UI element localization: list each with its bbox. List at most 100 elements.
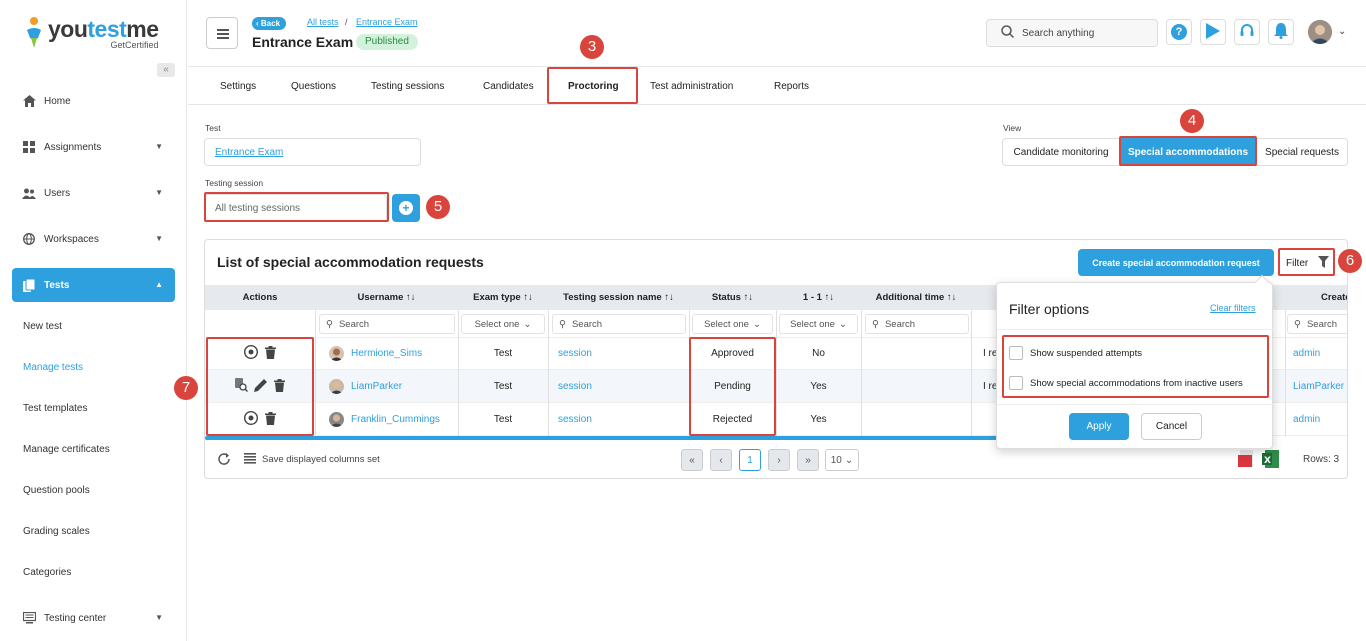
created-by-link[interactable]: admin: [1293, 337, 1347, 370]
username-link[interactable]: Hermione_Sims: [351, 348, 422, 359]
user-avatar[interactable]: [1308, 20, 1332, 44]
sidebar-sub-manage-certificates[interactable]: Manage certificates: [23, 444, 110, 455]
next-page-button[interactable]: ›: [768, 449, 790, 471]
username-cell[interactable]: Hermione_Sims: [329, 337, 458, 370]
column-divider: [1285, 310, 1286, 436]
username-link[interactable]: Franklin_Cummings: [351, 414, 440, 425]
edit-pencil-icon[interactable]: [254, 378, 268, 395]
review-magnifier-icon[interactable]: [235, 378, 248, 395]
exam-type-cell: Test: [493, 381, 513, 392]
breadcrumb-all-tests[interactable]: All tests: [307, 17, 339, 27]
first-page-button[interactable]: «: [681, 449, 703, 471]
tab-candidates[interactable]: Candidates: [483, 81, 534, 92]
view-eye-icon[interactable]: [243, 410, 259, 428]
show-inactive-checkbox[interactable]: [1009, 376, 1023, 390]
back-button[interactable]: ‹ Back: [252, 17, 287, 30]
additional-time-search-input[interactable]: ⚲ Search: [865, 314, 969, 334]
sidebar-sub-question-pools[interactable]: Question pools: [23, 485, 90, 496]
sidebar-sub-grading-scales[interactable]: Grading scales: [23, 526, 90, 537]
session-search-input[interactable]: ⚲ Search: [552, 314, 686, 334]
tab-reports[interactable]: Reports: [774, 81, 809, 92]
support-button[interactable]: [1234, 19, 1260, 45]
sidebar-sub-manage-tests[interactable]: Manage tests: [23, 362, 83, 373]
breadcrumb-entrance-exam[interactable]: Entrance Exam: [356, 17, 418, 27]
prev-page-button[interactable]: ‹: [710, 449, 732, 471]
delete-trash-icon[interactable]: [274, 378, 285, 395]
test-link[interactable]: Entrance Exam: [215, 147, 283, 158]
column-divider: [689, 310, 690, 436]
help-icon: ?: [1171, 24, 1187, 40]
logo[interactable]: youtestme GetCertified: [24, 16, 159, 50]
column-status[interactable]: Status ↑↓: [689, 285, 776, 310]
help-button[interactable]: ?: [1166, 19, 1192, 45]
sidebar-sub-new-test[interactable]: New test: [23, 321, 62, 332]
sidebar-item-users[interactable]: Users ▼: [12, 176, 175, 210]
cancel-button[interactable]: Cancel: [1141, 413, 1202, 440]
status-select[interactable]: Select one ⌄: [692, 314, 773, 334]
column-session-name[interactable]: Testing session name ↑↓: [548, 285, 689, 310]
refresh-icon[interactable]: [217, 452, 231, 469]
clear-filters-link[interactable]: Clear filters: [1210, 303, 1256, 313]
filter-button[interactable]: Filter: [1280, 250, 1336, 276]
testing-session-select[interactable]: All testing sessions: [204, 194, 387, 222]
apply-button[interactable]: Apply: [1069, 413, 1129, 440]
session-link[interactable]: session: [558, 337, 689, 370]
column-username[interactable]: Username ↑↓: [315, 285, 458, 310]
tab-test-administration[interactable]: Test administration: [650, 81, 733, 92]
pdf-export-icon[interactable]: [1238, 450, 1255, 472]
view-special-requests[interactable]: Special requests: [1256, 138, 1348, 166]
created-by-link[interactable]: admin: [1293, 403, 1347, 436]
username-link[interactable]: LiamParker: [351, 381, 402, 392]
column-additional-time[interactable]: Additional time ↑↓: [861, 285, 971, 310]
session-link[interactable]: session: [558, 403, 689, 436]
delete-trash-icon[interactable]: [265, 345, 276, 362]
sidebar-item-home[interactable]: Home: [12, 84, 175, 118]
columns-list-icon[interactable]: [244, 453, 256, 467]
tab-questions[interactable]: Questions: [291, 81, 336, 92]
created-by-link[interactable]: LiamParker: [1293, 370, 1347, 403]
save-columns-link[interactable]: Save displayed columns set: [262, 454, 380, 465]
column-one-to-one[interactable]: 1 - 1 ↑↓: [776, 285, 861, 310]
page-size-select[interactable]: 10 ⌄: [825, 449, 859, 471]
username-cell[interactable]: Franklin_Cummings: [329, 403, 458, 436]
show-suspended-checkbox[interactable]: [1009, 346, 1023, 360]
sidebar-item-assignments[interactable]: Assignments ▼: [12, 130, 175, 164]
page-number-button[interactable]: 1: [739, 449, 761, 471]
one-to-one-select[interactable]: Select one ⌄: [779, 314, 858, 334]
sidebar-item-tests[interactable]: Tests ▲: [12, 268, 175, 302]
add-session-button[interactable]: +: [392, 194, 420, 222]
view-special-accommodations[interactable]: Special accommodations: [1120, 138, 1256, 166]
test-field[interactable]: Entrance Exam: [204, 138, 421, 166]
excel-export-icon[interactable]: X: [1262, 450, 1279, 472]
chevron-down-icon[interactable]: ⌄: [1338, 26, 1346, 37]
delete-trash-icon[interactable]: [265, 411, 276, 428]
chevron-down-icon: ⌄: [844, 454, 854, 466]
tab-testing-sessions[interactable]: Testing sessions: [371, 81, 444, 92]
sidebar-item-testing-center[interactable]: Testing center ▼: [12, 601, 175, 635]
tab-settings[interactable]: Settings: [220, 81, 256, 92]
view-eye-icon[interactable]: [243, 344, 259, 362]
session-link[interactable]: session: [558, 370, 689, 403]
menu-toggle-button[interactable]: [206, 17, 238, 49]
double-chevron-left-icon: «: [689, 454, 695, 466]
sidebar-sub-categories[interactable]: Categories: [23, 567, 71, 578]
column-created-by[interactable]: Create: [1303, 285, 1347, 310]
tab-proctoring[interactable]: Proctoring: [568, 81, 619, 92]
column-exam-type[interactable]: Exam type ↑↓: [458, 285, 548, 310]
collapse-sidebar-button[interactable]: «: [157, 63, 175, 77]
created-by-search-input[interactable]: ⚲ Search: [1287, 314, 1347, 334]
notifications-button[interactable]: [1268, 19, 1294, 45]
create-accommodation-button[interactable]: Create special accommodation request: [1078, 249, 1274, 276]
sidebar-item-workspaces[interactable]: Workspaces ▼: [12, 222, 175, 256]
play-button[interactable]: [1200, 19, 1226, 45]
last-page-button[interactable]: »: [797, 449, 819, 471]
exam-type-select[interactable]: Select one ⌄: [461, 314, 545, 334]
global-search-input[interactable]: Search anything: [986, 19, 1158, 47]
sidebar-sub-test-templates[interactable]: Test templates: [23, 403, 87, 414]
username-cell[interactable]: LiamParker: [329, 370, 458, 403]
username-search-input[interactable]: ⚲ Search: [319, 314, 455, 334]
search-icon: ⚲: [872, 318, 879, 330]
annotation-number-4: 4: [1180, 109, 1204, 133]
double-chevron-right-icon: »: [805, 454, 811, 466]
view-candidate-monitoring[interactable]: Candidate monitoring: [1002, 138, 1120, 166]
